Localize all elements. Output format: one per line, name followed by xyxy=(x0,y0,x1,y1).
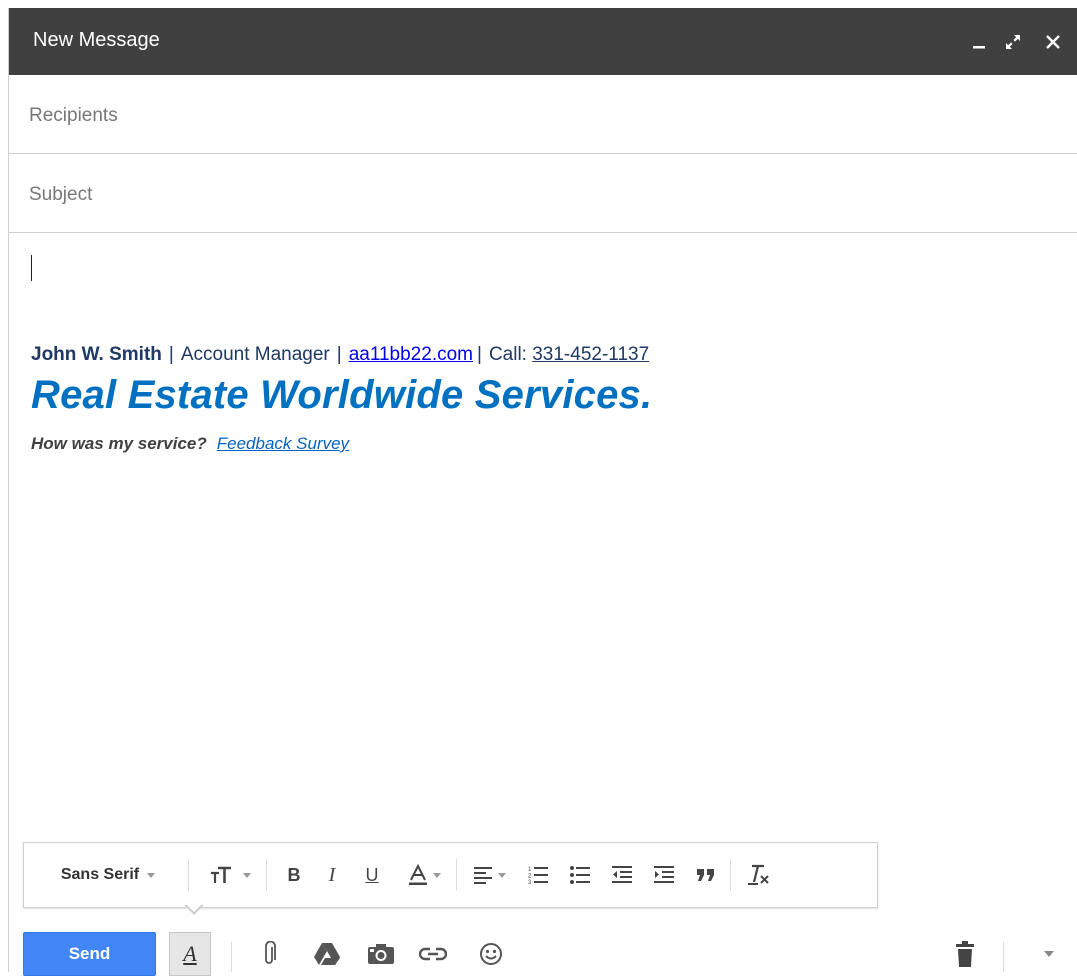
chevron-down-icon xyxy=(243,872,251,878)
message-body[interactable]: John W. Smith | Account Manager | aa11bb22.c… xyxy=(9,233,1077,843)
signature-separator: | xyxy=(168,344,174,365)
subject-placeholder: Subject xyxy=(29,184,93,205)
align-button[interactable] xyxy=(464,843,516,907)
send-button[interactable]: Send xyxy=(23,932,156,976)
feedback-survey-link[interactable]: Feedback Survey xyxy=(217,434,349,453)
toolbar-divider xyxy=(231,942,232,972)
recipients-field[interactable]: Recipients xyxy=(9,75,1077,154)
pop-out-icon[interactable] xyxy=(999,8,1027,75)
svg-text:1: 1 xyxy=(528,867,532,873)
recipients-placeholder: Recipients xyxy=(29,105,118,126)
signature-name: John W. Smith xyxy=(31,344,162,365)
text-color-button[interactable] xyxy=(396,843,452,907)
toolbar-divider xyxy=(266,859,267,891)
subject-field[interactable]: Subject xyxy=(9,154,1077,233)
signature-separator: | xyxy=(336,344,342,365)
italic-button[interactable]: I xyxy=(314,843,350,907)
text-size-button[interactable] xyxy=(196,843,264,907)
svg-text:3: 3 xyxy=(528,880,532,885)
formatting-options-icon[interactable]: A xyxy=(169,932,211,976)
signature-phone[interactable]: 331-452-1137 xyxy=(532,344,649,365)
window-title: New Message xyxy=(33,29,160,51)
chevron-down-icon xyxy=(498,872,506,878)
formatting-toolbar-pointer-fill xyxy=(186,904,202,912)
font-family-label: Sans Serif xyxy=(60,866,140,883)
feedback-question: How was my service? xyxy=(31,434,207,453)
bold-button[interactable]: B xyxy=(276,843,312,907)
drive-icon[interactable] xyxy=(311,936,343,972)
more-options-icon[interactable] xyxy=(1033,936,1065,972)
indent-less-icon xyxy=(612,866,632,883)
indent-more-icon xyxy=(654,866,674,883)
text-color-icon xyxy=(409,864,427,885)
remove-formatting-icon xyxy=(748,864,769,885)
indent-more-button[interactable] xyxy=(644,843,684,907)
compose-titlebar[interactable]: New Message xyxy=(9,8,1077,75)
quote-button[interactable] xyxy=(686,843,726,907)
toolbar-divider xyxy=(456,859,457,891)
compose-window: New Message Recipients Subject John W. S… xyxy=(8,8,1077,976)
align-left-icon xyxy=(474,867,492,884)
bulleted-list-button[interactable] xyxy=(560,843,600,907)
svg-text:2: 2 xyxy=(528,874,532,880)
formatting-toolbar: Sans Serif B I U 1 2 3 xyxy=(23,842,878,908)
toolbar-divider xyxy=(188,859,189,891)
signature-call-label: Call: xyxy=(488,344,527,365)
underline-icon: U xyxy=(365,864,379,885)
attach-icon[interactable] xyxy=(253,936,285,972)
indent-less-button[interactable] xyxy=(602,843,642,907)
chevron-down-icon xyxy=(147,872,156,878)
signature-separator: | xyxy=(477,344,482,365)
trash-icon[interactable] xyxy=(949,936,981,972)
bold-icon: B xyxy=(287,864,301,885)
photo-icon[interactable] xyxy=(365,936,397,972)
signature-website-link[interactable]: aa11bb22.com xyxy=(349,344,473,365)
emoji-icon[interactable] xyxy=(475,936,507,972)
close-icon[interactable] xyxy=(1039,8,1067,75)
numbered-list-button[interactable]: 1 2 3 xyxy=(518,843,558,907)
signature-feedback: How was my service? Feedback Survey xyxy=(31,434,349,454)
underline-button[interactable]: U xyxy=(354,843,390,907)
link-icon[interactable] xyxy=(417,936,449,972)
quote-icon xyxy=(697,869,714,881)
numbered-list-icon: 1 2 3 xyxy=(528,867,548,885)
toolbar-divider xyxy=(730,859,731,891)
font-family-select[interactable]: Sans Serif xyxy=(38,843,178,907)
signature-role: Account Manager xyxy=(180,344,330,365)
signature-company: Real Estate Worldwide Services. xyxy=(31,373,653,417)
bulleted-list-icon xyxy=(570,866,590,884)
remove-formatting-button[interactable] xyxy=(736,843,780,907)
text-size-icon xyxy=(211,866,231,883)
toolbar-divider xyxy=(1003,942,1004,972)
text-cursor xyxy=(31,255,32,281)
chevron-down-icon xyxy=(433,872,441,878)
minimize-icon[interactable] xyxy=(965,8,993,75)
signature-line: John W. Smith | Account Manager | aa11bb22.c… xyxy=(31,344,649,366)
italic-icon: I xyxy=(328,863,336,886)
compose-bottom-toolbar: Send A xyxy=(9,916,1077,976)
